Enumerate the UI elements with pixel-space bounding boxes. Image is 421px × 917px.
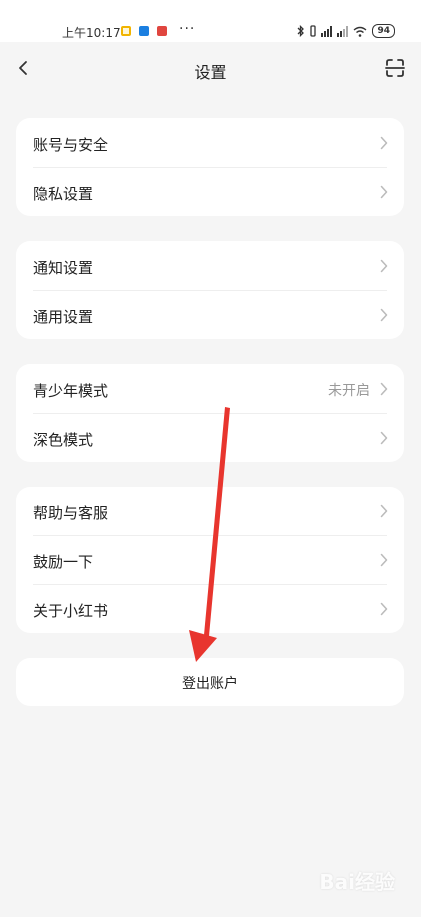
watermark-logo: Bai经验 [319,870,395,894]
teen-mode-status: 未开启 [328,383,370,399]
logout-button[interactable]: 登出账户 [16,658,404,706]
scan-icon [385,59,405,77]
row-label: 通知设置 [33,259,94,277]
settings-row-general[interactable]: 通用设置 [16,291,404,339]
battery-icon: 94 [372,24,395,38]
chevron-right-icon [380,136,388,150]
cell-signal-2-icon [337,25,349,37]
settings-group-help: 帮助与客服 鼓励一下 关于小红书 [16,487,404,633]
chevron-right-icon [380,259,388,273]
status-time: 上午10:17 [62,26,121,40]
settings-group-modes: 青少年模式 未开启 深色模式 [16,364,404,462]
settings-group-general: 通知设置 通用设置 [16,241,404,339]
vibrate-icon [310,25,317,37]
settings-group-account: 账号与安全 隐私设置 [16,118,404,216]
chevron-right-icon [380,185,388,199]
scan-button[interactable] [383,56,407,80]
chevron-right-icon [380,504,388,518]
row-label: 账号与安全 [33,136,109,154]
cell-signal-icon [321,25,333,37]
notification-app-icon [121,26,131,36]
notification-app-icon [139,26,149,36]
settings-row-dark-mode[interactable]: 深色模式 [16,414,404,462]
wifi-icon [354,26,367,37]
row-label: 隐私设置 [33,185,94,203]
row-label: 鼓励一下 [33,553,94,571]
settings-row-notifications[interactable]: 通知设置 [16,242,404,290]
notification-app-icon [157,26,167,36]
settings-row-encourage[interactable]: 鼓励一下 [16,536,404,584]
logout-label: 登出账户 [182,676,238,692]
more-notifications-icon: ··· [179,21,196,37]
status-bar: 上午10:17 ··· 94 [0,0,421,42]
nav-bar: 设置 [0,42,421,96]
settings-row-teen-mode[interactable]: 青少年模式 未开启 [16,365,404,413]
settings-row-account-security[interactable]: 账号与安全 [16,119,404,167]
chevron-right-icon [380,431,388,445]
row-label: 通用设置 [33,308,94,326]
chevron-right-icon [380,382,388,396]
chevron-right-icon [380,553,388,567]
settings-row-privacy[interactable]: 隐私设置 [16,168,404,216]
row-label: 青少年模式 [33,382,109,400]
bluetooth-icon [298,25,305,37]
row-label: 帮助与客服 [33,504,109,522]
status-indicators: 94 [297,24,395,38]
chevron-right-icon [380,602,388,616]
row-label: 关于小红书 [33,602,109,620]
chevron-right-icon [380,308,388,322]
row-label: 深色模式 [33,431,94,449]
settings-row-help[interactable]: 帮助与客服 [16,487,404,535]
settings-row-about[interactable]: 关于小红书 [16,585,404,633]
page-title: 设置 [194,63,227,82]
